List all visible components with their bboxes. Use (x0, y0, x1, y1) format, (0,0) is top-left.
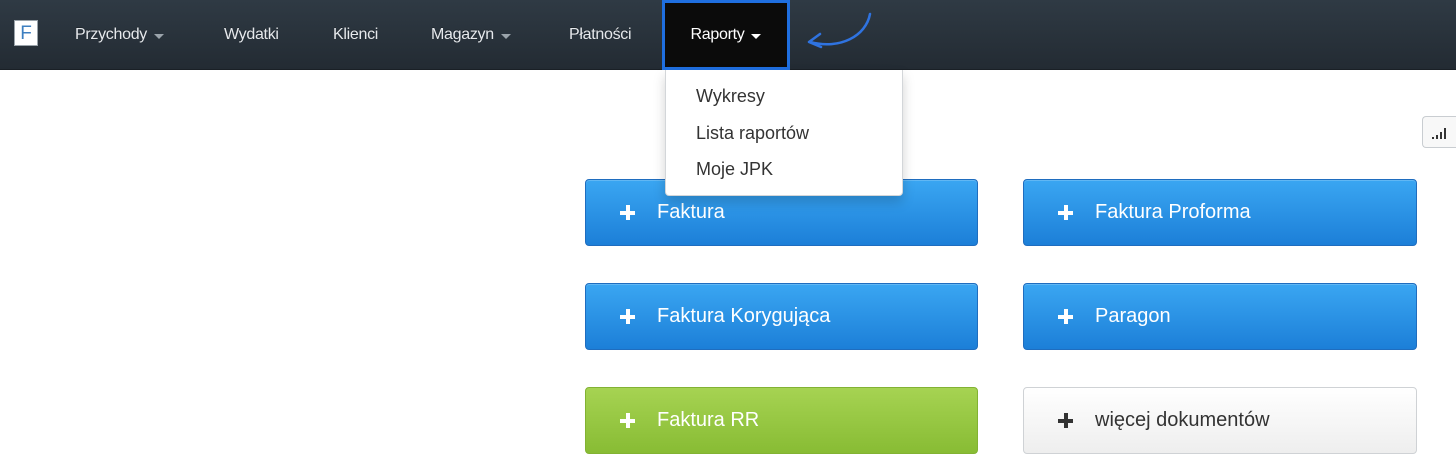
raporty-dropdown-menu: Wykresy Lista raportów Moje JPK (665, 70, 903, 196)
new-faktura-korygujaca-button[interactable]: Faktura Korygująca (585, 283, 978, 350)
new-faktura-rr-button[interactable]: Faktura RR (585, 387, 978, 454)
nav-item-label: Magazyn (431, 26, 494, 43)
nav-item-label: Płatności (569, 26, 632, 43)
button-label: Faktura Korygująca (657, 305, 831, 327)
caret-down-icon (751, 33, 762, 39)
nav-item-platnosci[interactable]: Płatności (569, 0, 632, 70)
plus-icon (620, 309, 635, 324)
nav-item-label: Raporty (690, 26, 745, 43)
plus-icon (620, 205, 635, 220)
new-paragon-button[interactable]: Paragon (1023, 283, 1417, 350)
caret-down-icon (154, 33, 164, 39)
more-documents-button[interactable]: więcej dokumentów (1023, 387, 1417, 454)
nav-item-klienci[interactable]: Klienci (333, 0, 378, 70)
menu-item-wykresy[interactable]: Wykresy (666, 78, 902, 115)
caret-down-icon (500, 33, 511, 39)
logo-letter: F (20, 22, 32, 44)
app-logo[interactable]: F (14, 20, 38, 46)
plus-icon (1058, 309, 1073, 324)
plus-icon (1058, 205, 1073, 220)
plus-icon (620, 413, 635, 428)
nav-item-magazyn[interactable]: Magazyn (431, 0, 511, 70)
menu-item-moje-jpk[interactable]: Moje JPK (666, 151, 902, 188)
plus-icon (1058, 413, 1073, 428)
top-navbar: F Przychody Wydatki Klienci Magazyn Płat… (0, 0, 1456, 70)
nav-item-label: Klienci (333, 26, 379, 43)
button-label: więcej dokumentów (1095, 409, 1270, 431)
nav-item-raporty[interactable]: Raporty (662, 0, 790, 70)
stats-button[interactable] (1422, 116, 1456, 148)
annotation-arrow-icon (807, 12, 872, 49)
button-label: Faktura (657, 201, 725, 223)
button-label: Paragon (1095, 305, 1171, 327)
nav-item-label: Przychody (75, 26, 147, 43)
nav-item-przychody[interactable]: Przychody (75, 0, 164, 70)
nav-item-label: Wydatki (224, 26, 279, 43)
nav-item-wydatki[interactable]: Wydatki (224, 0, 279, 70)
signal-bars-icon (1432, 128, 1446, 139)
button-label: Faktura RR (657, 409, 760, 431)
new-faktura-proforma-button[interactable]: Faktura Proforma (1023, 179, 1417, 246)
menu-item-lista-raportow[interactable]: Lista raportów (666, 115, 902, 152)
button-label: Faktura Proforma (1095, 201, 1251, 223)
